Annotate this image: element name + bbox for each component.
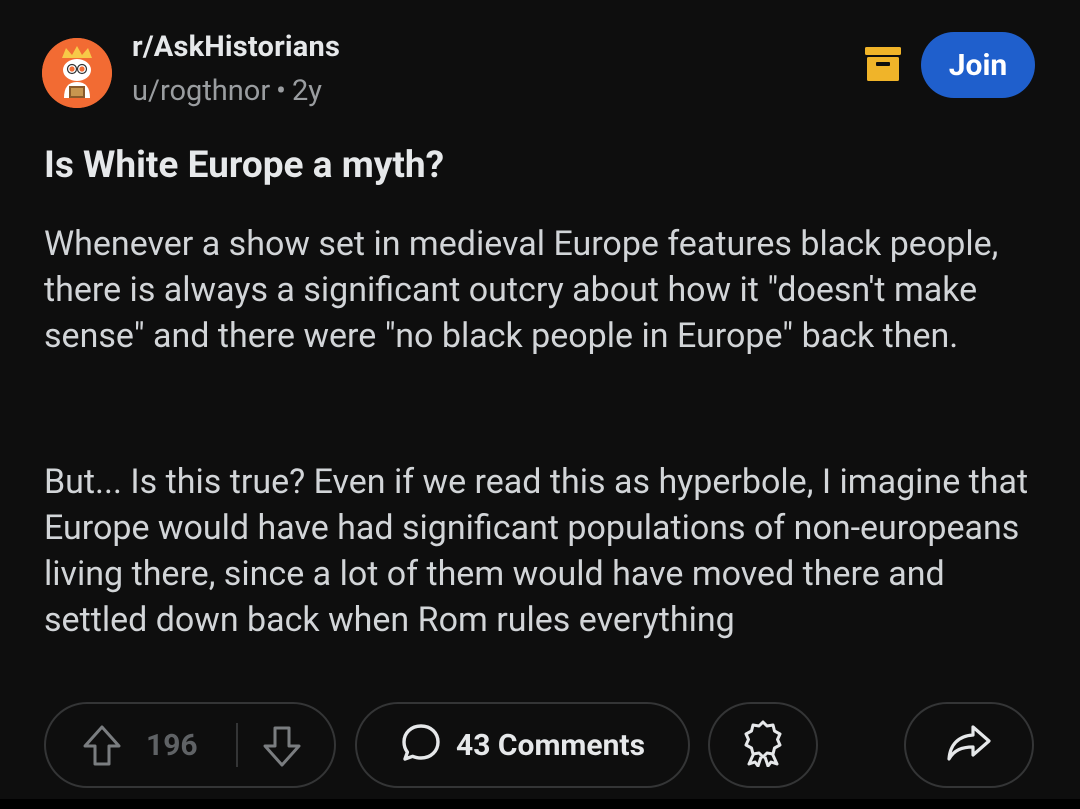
comments-count: 43 Comments <box>456 727 645 763</box>
upvote-icon[interactable] <box>82 724 122 772</box>
post-title[interactable]: Is White Europe a myth? <box>44 144 444 187</box>
vote-count: 196 <box>146 727 198 763</box>
vote-bar: 196 <box>44 702 336 788</box>
comment-icon <box>400 722 442 768</box>
vote-divider <box>236 723 238 767</box>
post-card: r/AskHistorians u/rogthnor • 2y Join Is Wh… <box>0 0 1080 809</box>
comments-button[interactable]: 43 Comments <box>355 702 690 788</box>
subreddit-name[interactable]: r/AskHistorians <box>132 30 340 64</box>
post-meta: u/rogthnor • 2y <box>132 74 322 108</box>
share-icon <box>946 723 992 767</box>
downvote-icon[interactable] <box>262 724 302 772</box>
post-body-paragraph-1: Whenever a show set in medieval Europe f… <box>44 224 999 356</box>
author-username[interactable]: u/rogthnor <box>132 74 270 108</box>
bottom-strip <box>0 799 1080 809</box>
subreddit-avatar-icon[interactable] <box>42 38 112 108</box>
post-body-paragraph-2: But... Is this true? Even if we read thi… <box>44 462 1029 640</box>
award-button[interactable] <box>708 702 818 788</box>
post-age: 2y <box>291 74 322 108</box>
award-icon <box>740 719 786 771</box>
meta-separator: • <box>276 74 286 108</box>
join-button[interactable]: Join <box>921 32 1035 98</box>
archive-icon[interactable] <box>864 46 902 82</box>
share-button[interactable] <box>904 702 1034 788</box>
